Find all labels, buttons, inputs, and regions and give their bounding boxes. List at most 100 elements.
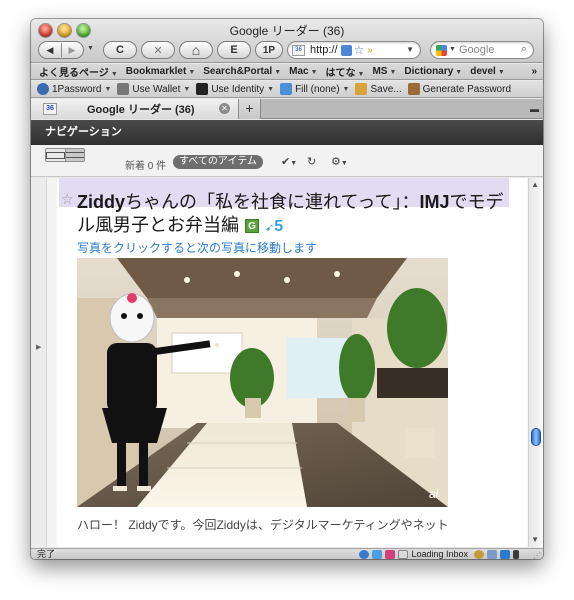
onepassword-button[interactable]: 1P [255,41,283,59]
home-button[interactable]: ⌂ [179,41,213,59]
key-icon [37,83,49,95]
addon-s-icon[interactable] [487,550,497,559]
bookmark-folder-mac[interactable]: Mac ▼ [289,66,317,77]
expanded-view-icon [46,151,65,159]
new-tab-button[interactable]: + [239,99,261,119]
greasemonkey-icon[interactable] [474,550,484,559]
bookmark-folder-bookmarklet[interactable]: Bookmarklet ▼ [126,66,196,77]
url-dropdown-icon[interactable]: ▼ [406,45,414,54]
save-icon [355,83,368,95]
history-chevron-down-icon[interactable]: ▼ [87,45,94,52]
gear-icon: ⚙ [331,156,341,168]
window-title: Google リーダー (36) [229,24,345,38]
feed-settings-button[interactable]: ⚙▼ [331,155,348,168]
search-icon[interactable]: ⌕ [521,43,527,56]
wallet-icon [117,83,130,95]
onepassword-menu[interactable]: 1Password ▼ [37,83,111,95]
status-text: 完了 [37,549,56,559]
nav-collapse-gutter[interactable]: ▶ [31,178,47,547]
globe-icon[interactable] [359,550,370,559]
evernote-button[interactable]: E [217,41,251,59]
weave-icon[interactable] [385,550,396,559]
use-identity-menu[interactable]: Use Identity ▼ [196,83,274,95]
bookmarks-bar: よく見るページ ▼ Bookmarklet ▼ Search&Portal ▼ Mac… [31,64,543,80]
bookmark-folder-search-portal[interactable]: Search&Portal ▼ [203,66,281,77]
search-placeholder: Google [459,44,495,56]
article-excerpt: ハロー！ Ziddyです。今回Ziddyは、デジタルマーケティングやネット [77,518,449,532]
fill-icon [280,83,293,95]
scroll-up-arrow-icon[interactable]: ▲ [531,180,539,189]
nav-label: ナビゲーション [45,126,122,138]
xmarks-icon[interactable] [500,550,510,559]
rss-icon[interactable] [340,44,352,56]
bookmark-star-icon[interactable]: ☆ [354,43,365,57]
evernote-icon: E [230,44,238,56]
bookmark-folder-ms[interactable]: MS ▼ [372,66,396,77]
back-forward-buttons: ◀ ▶ [38,41,84,59]
search-field[interactable]: ▼ Google ⌕ [430,41,534,59]
generate-password-button[interactable]: Generate Password [407,83,511,95]
title-toolbar: Google リーダー (36) ◀ ▶ ▼ C ✕ ⌂ E 1P 36 htt… [31,19,543,63]
addon-dropdown-icon[interactable] [513,550,519,559]
tab-google-reader[interactable]: 36 Google リーダー (36) ✕ [31,99,239,119]
bookmark-folder-devel[interactable]: devel ▼ [470,66,505,77]
identity-icon [196,83,209,95]
reload-button[interactable]: C [103,41,137,59]
save-button[interactable]: Save... [355,83,402,95]
vertical-scrollbar[interactable]: ▲ ▼ [528,178,543,547]
photo-instruction-link[interactable]: 写真をクリックすると次の写真に移動します [77,239,317,256]
status-icons: Loading Inbox [356,549,519,559]
sync-icon[interactable] [372,550,383,559]
stop-button[interactable]: ✕ [141,41,175,59]
tweet-count[interactable]: ➹5 [265,218,283,235]
expanded-view-button[interactable] [46,149,65,161]
star-icon[interactable]: ☆ [61,191,74,208]
loading-inbox-status[interactable]: Loading Inbox [411,549,468,559]
bookmarks-overflow-icon[interactable]: » [531,66,537,77]
reader-content: ▶ ☆ Ziddyちゃんの「私を社食に連れてって」：IMJでモデル風男子とお弁当… [31,178,543,547]
back-button[interactable]: ◀ [39,45,61,56]
reader-toolbar: 新着 0 件 すべてのアイテム ✔▼ ↻ ⚙▼ [31,145,543,177]
article-title[interactable]: Ziddyちゃんの「私を社食に連れてって」：IMJでモデル風男子とお弁当編 G ➹5 [77,191,507,240]
tab-list-icon[interactable]: ▬ [530,104,539,114]
bookmark-folder-dictionary[interactable]: Dictionary ▼ [404,66,462,77]
google-engine-icon[interactable] [436,45,447,56]
fill-menu[interactable]: Fill (none) ▼ [280,83,349,95]
engine-chevron-down-icon[interactable]: ▼ [449,46,456,53]
scroll-down-arrow-icon[interactable]: ▼ [531,535,539,544]
tab-favicon-icon: 36 [43,103,57,115]
onepassword-toolbar: 1Password ▼ Use Wallet ▼ Use Identity ▼ Fil… [31,81,543,98]
scroll-thumb[interactable] [531,428,541,446]
view-toggle [45,148,85,162]
status-bar: 完了 Loading Inbox ⋰ [31,548,543,559]
photo-watermark: al [429,487,439,501]
tab-bar: 36 Google リーダー (36) ✕ + ▬ [31,99,543,119]
addon-arrow-icon[interactable]: » [367,45,373,56]
use-wallet-menu[interactable]: Use Wallet ▼ [117,83,190,95]
site-favicon-icon: 36 [292,45,305,56]
stop-icon: ✕ [153,44,163,57]
twitter-bird-icon: ➹ [265,222,275,234]
refresh-button[interactable]: ↻ [307,155,316,168]
forward-button[interactable]: ▶ [61,45,83,56]
bookmark-folder-frequent[interactable]: よく見るページ ▼ [39,64,118,79]
check-icon: ✔ [281,156,291,168]
address-bar[interactable]: 36 http:// ☆ » ▼ [287,41,421,59]
g-badge-icon[interactable]: G [245,219,259,233]
resize-grip-icon[interactable]: ⋰ [533,550,541,559]
mail-icon[interactable] [398,550,409,559]
office-photo: al [77,258,448,507]
reader-nav-header[interactable]: ナビゲーション [31,120,543,145]
new-items-count[interactable]: 新着 0 件 [125,157,166,172]
list-view-button[interactable] [64,149,84,161]
article-photo[interactable]: al [77,258,448,507]
expand-nav-icon[interactable]: ▶ [36,343,41,351]
bookmark-folder-hatena[interactable]: はてな ▼ [326,64,365,79]
all-items-button[interactable]: すべてのアイテム [173,155,263,169]
generate-icon [407,83,420,95]
tab-close-icon[interactable]: ✕ [219,103,230,114]
mark-read-button[interactable]: ✔▼ [281,155,297,168]
list-view-icon [65,152,84,158]
article-entry: ☆ Ziddyちゃんの「私を社食に連れてって」：IMJでモデル風男子とお弁当編 G… [57,178,527,547]
url-text: http:// [310,44,338,56]
